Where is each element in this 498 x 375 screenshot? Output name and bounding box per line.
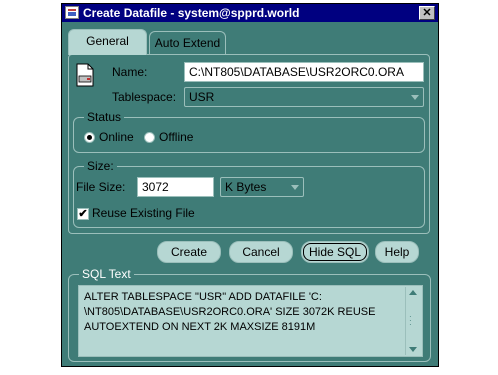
scroll-down-icon[interactable]: [409, 347, 417, 352]
tablespace-value: USR: [189, 90, 215, 104]
tab-auto-extend[interactable]: Auto Extend: [149, 31, 226, 55]
window-title: Create Datafile - system@spprd.world: [83, 6, 300, 20]
app-icon: [65, 6, 79, 19]
hide-sql-button[interactable]: Hide SQL: [301, 241, 369, 263]
sql-line: \NT805\DATABASE\USR2ORC0.ORA' SIZE 3072K…: [84, 306, 376, 318]
cancel-button[interactable]: Cancel: [229, 241, 293, 263]
sql-scrollbar[interactable]: · · ·: [405, 287, 421, 355]
chevron-down-icon: [291, 185, 299, 190]
tab-general[interactable]: General: [68, 29, 147, 55]
scroll-up-icon[interactable]: [409, 290, 417, 295]
help-button[interactable]: Help: [375, 241, 419, 263]
size-title: Size:: [84, 159, 117, 173]
chevron-down-icon: [411, 95, 419, 100]
sql-line: AUTOEXTEND ON NEXT 2K MAXSIZE 8191M: [84, 321, 316, 333]
size-unit-value: K Bytes: [225, 180, 267, 194]
scroll-grip-icon[interactable]: · · ·: [409, 313, 418, 329]
datafile-icon: [76, 63, 94, 87]
sql-line: ALTER TABLESPACE "USR" ADD DATAFILE 'C:: [84, 291, 322, 303]
tablespace-select[interactable]: USR: [184, 87, 424, 107]
sql-title: SQL Text: [79, 267, 134, 281]
size-unit-select[interactable]: K Bytes: [220, 177, 304, 197]
reuse-label: Reuse Existing File: [92, 206, 195, 220]
offline-radio[interactable]: [144, 132, 155, 143]
sql-textarea[interactable]: ALTER TABLESPACE "USR" ADD DATAFILE 'C: …: [78, 285, 423, 357]
sql-text: ALTER TABLESPACE "USR" ADD DATAFILE 'C: …: [84, 290, 406, 335]
offline-label: Offline: [159, 130, 194, 144]
tablespace-label: Tablespace:: [112, 90, 177, 104]
general-panel: Name: C:\NT805\DATABASE\USR2ORC0.ORA Tab…: [68, 54, 430, 234]
name-input[interactable]: C:\NT805\DATABASE\USR2ORC0.ORA: [184, 62, 424, 82]
status-title: Status: [84, 110, 125, 124]
file-size-label: File Size:: [76, 180, 126, 194]
online-radio[interactable]: [84, 132, 95, 143]
create-button[interactable]: Create: [157, 241, 221, 263]
name-label: Name:: [112, 65, 148, 79]
close-button[interactable]: ✕: [419, 6, 435, 20]
create-datafile-window: Create Datafile - system@spprd.world ✕ G…: [61, 3, 439, 367]
status-group: Status Online Offline: [73, 110, 425, 153]
title-bar[interactable]: Create Datafile - system@spprd.world ✕: [62, 4, 438, 22]
file-size-input[interactable]: 3072: [137, 177, 214, 197]
size-group: Size: File Size: 3072 K Bytes ✔ Reuse Ex…: [73, 159, 425, 228]
online-label: Online: [99, 130, 134, 144]
sql-text-group: SQL Text ALTER TABLESPACE "USR" ADD DATA…: [68, 267, 431, 362]
reuse-checkbox[interactable]: ✔: [77, 208, 89, 220]
